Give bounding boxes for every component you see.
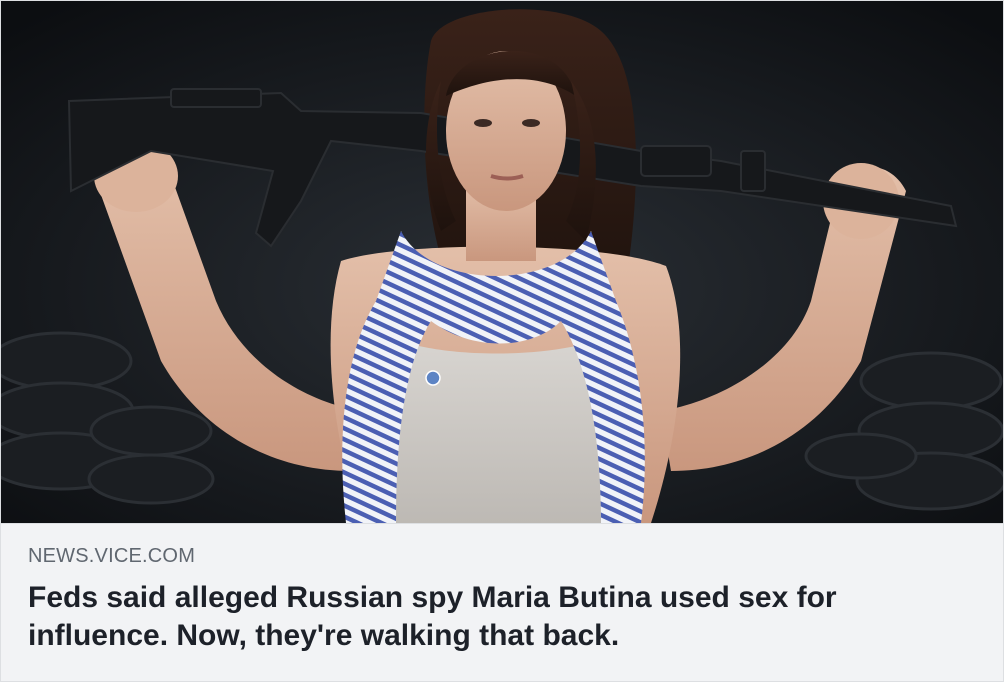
- source-domain: NEWS.VICE.COM: [28, 545, 196, 567]
- link-preview-card[interactable]: NEWS.VICE.COM Feds said alleged Russian …: [0, 0, 1004, 682]
- link-caption[interactable]: NEWS.VICE.COM Feds said alleged Russian …: [1, 523, 1003, 681]
- preview-image[interactable]: [1, 1, 1003, 523]
- article-headline[interactable]: Feds said alleged Russian spy Maria Buti…: [28, 579, 977, 655]
